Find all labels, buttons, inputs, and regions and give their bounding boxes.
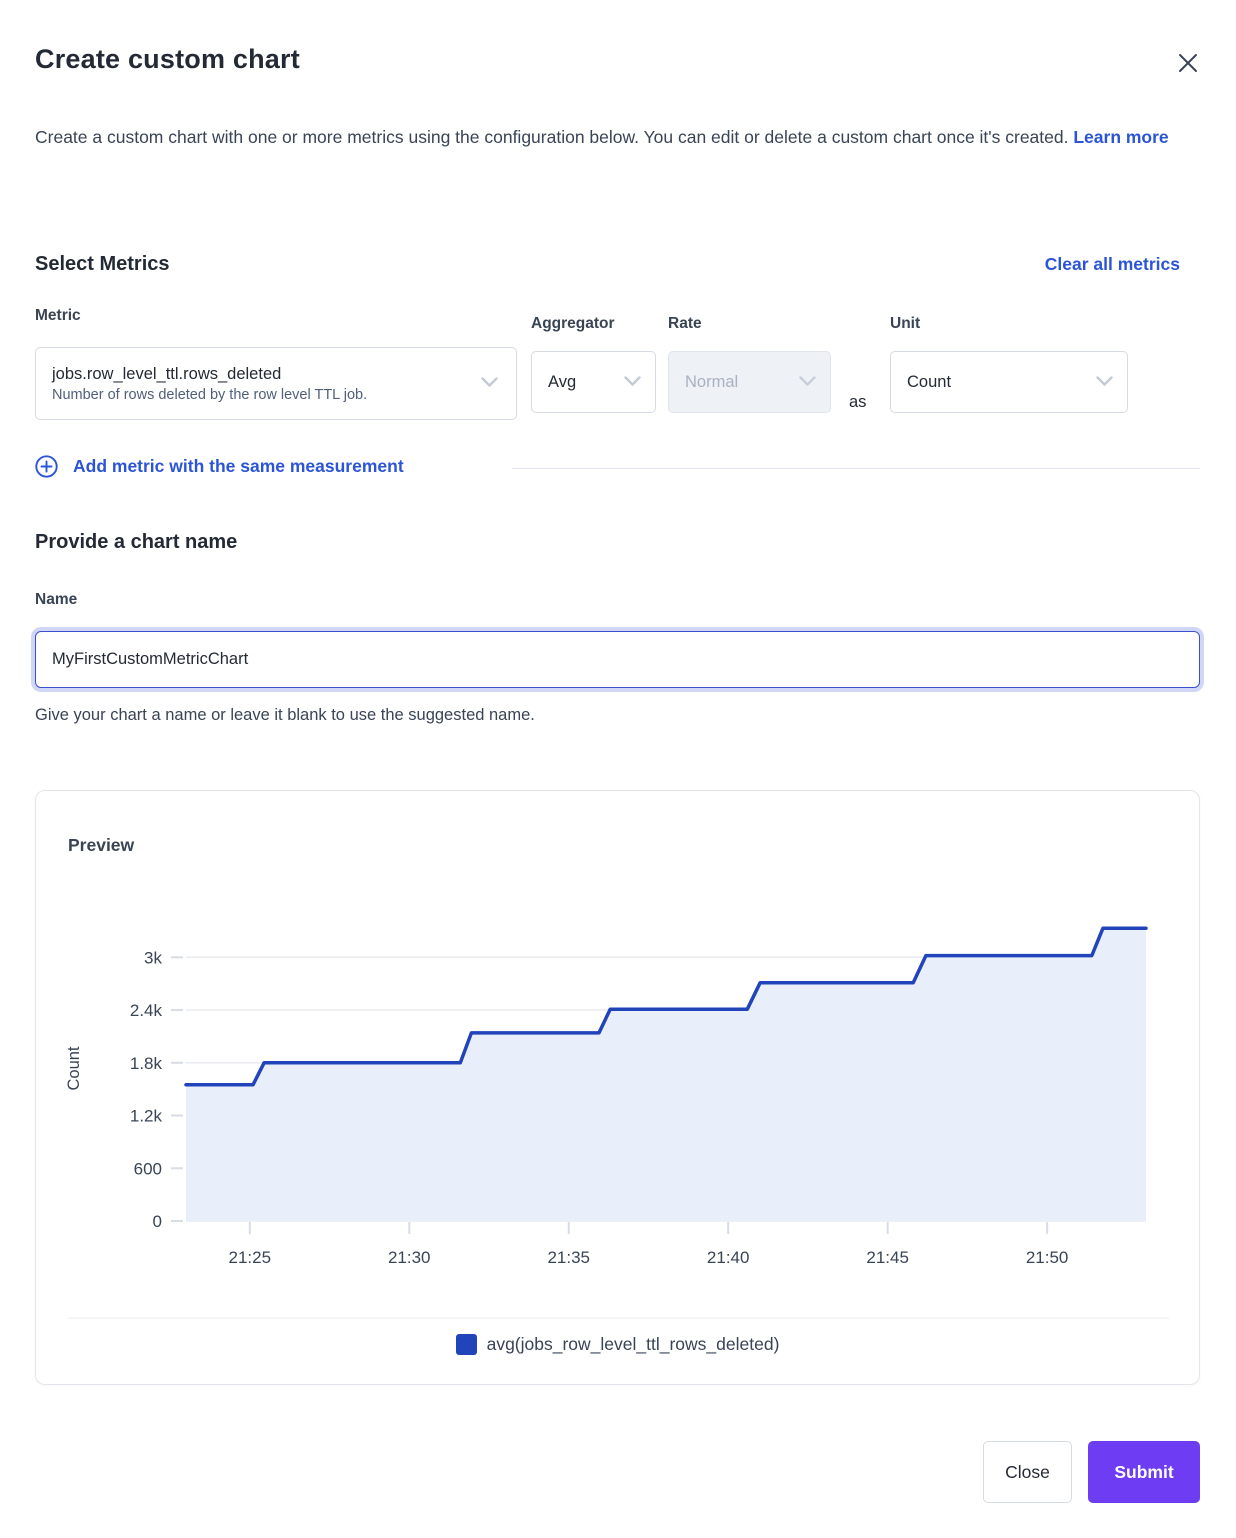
chevron-down-icon	[799, 373, 816, 392]
metric-description: Number of rows deleted by the row level …	[52, 387, 367, 403]
svg-text:2.4k: 2.4k	[130, 1001, 163, 1020]
section-divider	[512, 468, 1200, 469]
metric-field-label: Metric	[35, 307, 81, 325]
metrics-section-header: Select Metrics Clear all metrics	[35, 253, 1180, 276]
rate-select-disabled: Normal	[668, 351, 831, 413]
metric-select-texts: jobs.row_level_ttl.rows_deleted Number o…	[52, 365, 367, 403]
metric-select[interactable]: jobs.row_level_ttl.rows_deleted Number o…	[35, 347, 517, 420]
svg-text:0: 0	[153, 1212, 162, 1231]
chevron-down-icon	[481, 375, 498, 393]
legend-swatch-icon	[456, 1334, 477, 1355]
clear-all-metrics-link[interactable]: Clear all metrics	[1045, 254, 1180, 275]
svg-text:21:30: 21:30	[388, 1248, 431, 1267]
close-icon	[1177, 52, 1199, 77]
svg-text:21:35: 21:35	[547, 1248, 590, 1267]
close-footer-button[interactable]: Close	[983, 1441, 1072, 1503]
svg-text:600: 600	[134, 1159, 162, 1178]
svg-text:Count: Count	[65, 1046, 83, 1090]
description-text: Create a custom chart with one or more m…	[35, 127, 1068, 147]
preview-chart-svg: 0 600 1.2k 1.8k 2.4k 3k 21:25 21:30 21:35 21:40 21…	[36, 791, 1201, 1386]
name-field-label: Name	[35, 591, 77, 609]
aggregator-select[interactable]: Avg	[531, 351, 656, 413]
svg-text:3k: 3k	[144, 948, 162, 967]
learn-more-link[interactable]: Learn more	[1073, 127, 1168, 147]
dialog-description: Create a custom chart with one or more m…	[35, 118, 1177, 157]
svg-text:21:45: 21:45	[866, 1248, 909, 1267]
svg-text:21:40: 21:40	[707, 1248, 750, 1267]
add-metric-label: Add metric with the same measurement	[73, 456, 404, 477]
rate-selected-value: Normal	[685, 373, 738, 392]
svg-text:21:50: 21:50	[1026, 1248, 1069, 1267]
create-custom-chart-dialog: Create custom chart Create a custom char…	[0, 0, 1236, 1538]
metric-selected-value: jobs.row_level_ttl.rows_deleted	[52, 365, 367, 384]
plus-circle-icon	[35, 455, 58, 478]
svg-text:1.8k: 1.8k	[130, 1054, 163, 1073]
select-metrics-heading: Select Metrics	[35, 253, 170, 276]
svg-text:21:25: 21:25	[229, 1248, 272, 1267]
dialog-title: Create custom chart	[35, 44, 300, 75]
chevron-down-icon	[1096, 373, 1113, 392]
chevron-down-icon	[624, 373, 641, 392]
aggregator-field-label: Aggregator	[531, 315, 615, 333]
svg-text:1.2k: 1.2k	[130, 1107, 163, 1126]
preview-card: Preview 06001.2k1.8k2.4k3k21:2521:3021:3…	[35, 790, 1200, 1385]
unit-selected-value: Count	[907, 373, 951, 392]
as-label: as	[849, 393, 866, 412]
add-metric-button[interactable]: Add metric with the same measurement	[35, 455, 404, 478]
legend-series-label: avg(jobs_row_level_ttl_rows_deleted)	[487, 1334, 780, 1355]
aggregator-selected-value: Avg	[548, 373, 576, 392]
unit-field-label: Unit	[890, 315, 920, 333]
rate-field-label: Rate	[668, 315, 702, 333]
chart-legend: avg(jobs_row_level_ttl_rows_deleted)	[36, 1334, 1199, 1355]
close-button[interactable]	[1168, 44, 1208, 84]
chart-name-heading: Provide a chart name	[35, 531, 237, 554]
name-input[interactable]	[35, 631, 1200, 688]
unit-select[interactable]: Count	[890, 351, 1128, 413]
submit-button[interactable]: Submit	[1088, 1441, 1200, 1503]
name-helper-text: Give your chart a name or leave it blank…	[35, 706, 535, 725]
